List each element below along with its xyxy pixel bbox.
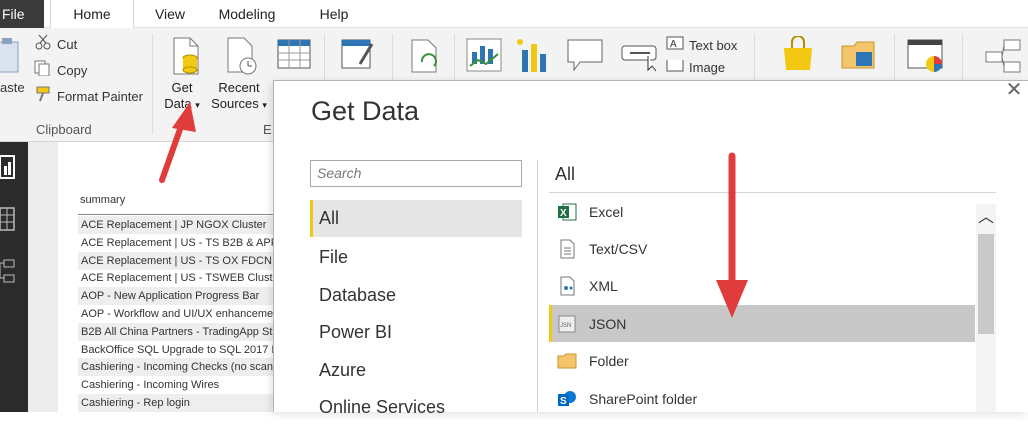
table-row[interactable]: Cashiering - Incoming Wires [78, 376, 274, 394]
connector-excel[interactable]: X Excel [549, 193, 975, 230]
text-box-button[interactable]: A Text box [666, 36, 737, 56]
more-visuals-icon[interactable] [514, 36, 550, 74]
table-row[interactable]: ACE Replacement | US - TS OX FDCN C [78, 251, 274, 270]
switch-theme-icon[interactable] [906, 38, 946, 74]
table-row[interactable]: AOP - New Application Progress Bar [78, 287, 274, 306]
chevron-down-icon: ▾ [262, 100, 267, 110]
from-marketplace-icon[interactable] [780, 35, 816, 72]
category-database[interactable]: Database [310, 277, 522, 314]
copy-button[interactable]: Copy [34, 60, 88, 82]
enter-data-icon[interactable] [276, 38, 312, 70]
connector-label: SharePoint folder [589, 390, 698, 407]
format-painter-icon [34, 86, 52, 108]
get-data-icon[interactable] [168, 36, 204, 76]
get-data-label-1: Get [171, 80, 193, 95]
table-row[interactable]: Cashiering - Rep login [78, 394, 274, 412]
connector-label: Text/CSV [589, 240, 648, 257]
format-painter-label: Format Painter [57, 89, 143, 104]
table-header-summary[interactable]: summary [80, 194, 125, 206]
category-online-services[interactable]: Online Services [310, 389, 522, 426]
category-all[interactable]: All [310, 200, 522, 237]
file-tab[interactable]: File [0, 0, 44, 28]
connector-label: JSON [589, 315, 627, 332]
copy-icon [34, 60, 52, 82]
tab-home[interactable]: Home [50, 0, 134, 29]
red-arrow-annotation [159, 102, 196, 183]
json-icon: JSN [557, 314, 577, 334]
recent-sources-label-2: Sources ▾ [211, 96, 267, 111]
recent-sources-icon[interactable] [224, 36, 260, 76]
model-view-icon[interactable] [0, 258, 16, 284]
menu-bar: File Home View Modeling Help [0, 0, 1028, 29]
excel-icon: X [557, 202, 577, 222]
new-visual-icon[interactable] [466, 38, 502, 72]
image-label: Image [689, 60, 726, 75]
data-view-icon[interactable] [0, 206, 16, 232]
scrollbar-thumb[interactable] [978, 234, 994, 334]
dialog-divider [537, 160, 538, 412]
folder-icon [557, 351, 577, 371]
tab-view[interactable]: View [140, 0, 200, 28]
text-box-icon: A [666, 35, 684, 57]
copy-label: Copy [57, 63, 88, 78]
ask-question-icon[interactable] [566, 38, 606, 72]
external-data-group-label: E [263, 122, 272, 137]
paste-button[interactable]: aste [0, 78, 25, 98]
buttons-icon[interactable] [620, 40, 660, 72]
scroll-up-icon[interactable]: ︿ [976, 206, 996, 230]
category-azure[interactable]: Azure [310, 352, 522, 389]
connector-sharepoint-folder[interactable]: S SharePoint folder [549, 380, 975, 417]
image-icon [666, 60, 684, 76]
table-row[interactable]: ACE Replacement | JP NGOX Cluster [78, 216, 274, 234]
category-file[interactable]: File [310, 239, 522, 276]
cut-label: Cut [57, 37, 78, 52]
edit-queries-icon[interactable] [340, 38, 376, 70]
sharepoint-folder-icon: S [557, 389, 577, 409]
clipboard-group-label: Clipboard [36, 122, 92, 137]
scissors-icon [34, 34, 52, 56]
recent-sources-label-1: Recent [218, 80, 260, 95]
paste-icon[interactable] [0, 36, 24, 76]
connector-label: Folder [589, 352, 629, 369]
text-csv-icon [557, 239, 577, 259]
table-row[interactable]: Cashiering - Incoming Checks (no scan [78, 358, 274, 377]
connector-xml[interactable]: XML [549, 267, 975, 304]
search-input[interactable]: Search [310, 160, 522, 187]
connector-label: XML [589, 277, 618, 294]
table-row[interactable]: ACE Replacement | US - TSWEB Cluster [78, 269, 274, 287]
connector-list-title: All [555, 164, 576, 184]
connector-folder[interactable]: Folder [549, 342, 975, 379]
svg-text:A: A [670, 39, 677, 50]
cut-button[interactable]: Cut [34, 34, 78, 56]
table-row[interactable]: B2B All China Partners - TradingApp St [78, 322, 274, 341]
red-arrow-annotation [716, 152, 748, 318]
table-row[interactable]: ACE Replacement | US - TS B2B & APP [78, 234, 274, 252]
tab-help[interactable]: Help [300, 0, 368, 28]
image-button[interactable]: Image [666, 60, 725, 76]
xml-icon [557, 276, 577, 296]
connector-label: Excel [589, 203, 624, 220]
refresh-icon[interactable] [408, 38, 444, 74]
table-row[interactable]: AOP - Workflow and UI/UX enhanceme [78, 305, 274, 323]
svg-text:S: S [560, 396, 567, 407]
tab-modeling[interactable]: Modeling [206, 0, 288, 28]
svg-text:X: X [560, 208, 567, 219]
connector-json[interactable]: JSN JSON [549, 305, 975, 342]
manage-relationships-icon[interactable] [984, 38, 1024, 74]
recent-sources-button[interactable]: Recent Sources ▾ [208, 80, 270, 113]
svg-text:JSN: JSN [560, 323, 571, 329]
report-view-icon[interactable] [0, 154, 16, 180]
dialog-title: Get Data [311, 96, 420, 126]
close-icon[interactable]: ✕ [1004, 80, 1024, 100]
from-file-icon[interactable] [840, 38, 878, 72]
table-row[interactable]: BackOffice SQL Upgrade to SQL 2017 I [78, 341, 274, 359]
text-box-label: Text box [689, 38, 738, 53]
category-power-bi[interactable]: Power BI [310, 314, 522, 351]
table-header-divider [78, 214, 274, 215]
connector-text-csv[interactable]: Text/CSV [549, 230, 975, 267]
format-painter-button[interactable]: Format Painter [34, 86, 143, 108]
